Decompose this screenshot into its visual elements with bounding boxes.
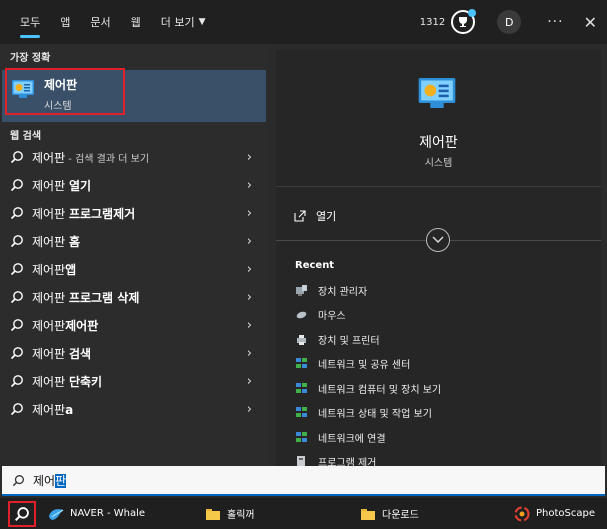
list-item[interactable]: 제어판 검색 › — [0, 339, 268, 367]
folder-icon — [361, 508, 375, 520]
search-icon — [12, 474, 24, 486]
chevron-right-icon: › — [246, 177, 252, 193]
taskbar-item-folder[interactable]: 홀릭꺼 — [205, 498, 255, 529]
expand-button[interactable] — [426, 228, 450, 252]
close-button[interactable]: ✕ — [584, 13, 597, 32]
divider — [276, 186, 601, 187]
web-results-list: 제어판 - 검색 결과 더 보기 › 제어판 열기 › 제어판 프로그램제거 ›… — [0, 143, 268, 423]
more-options-button[interactable]: ··· — [547, 14, 563, 30]
rewards-points: 1312 — [419, 16, 446, 28]
search-icon — [10, 151, 23, 164]
photoscape-icon — [514, 505, 530, 522]
list-item[interactable]: 네트워크에 연결 — [295, 425, 595, 450]
open-icon — [294, 210, 306, 222]
taskbar: NAVER - Whale 홀릭꺼 다운로드 PhotoScape — [0, 498, 607, 529]
web-search-heading: 웹 검색 — [10, 130, 42, 142]
list-item[interactable]: 제어판 홈 › — [0, 227, 268, 255]
rewards-button[interactable] — [451, 9, 477, 34]
recent-heading: Recent — [295, 260, 335, 271]
search-icon — [10, 235, 23, 248]
device-manager-icon — [296, 284, 307, 296]
detail-subtitle: 시스템 — [424, 158, 453, 169]
taskbar-search-button[interactable] — [8, 501, 36, 527]
list-item[interactable]: 네트워크 및 공유 센터 — [295, 352, 595, 377]
list-item[interactable]: 장치 관리자 — [295, 278, 595, 303]
search-icon — [10, 347, 23, 360]
mouse-icon — [296, 311, 307, 319]
search-icon — [10, 291, 23, 304]
search-icon — [10, 375, 23, 388]
tab-apps[interactable]: 앱 — [50, 0, 80, 44]
search-header: 모두 앱 문서 웹 더 보기 ▼ 1312 D ··· ✕ — [0, 0, 607, 44]
tab-more[interactable]: 더 보기 ▼ — [151, 0, 216, 44]
list-item[interactable]: 제어판 열기 › — [0, 171, 268, 199]
notification-dot — [468, 9, 477, 17]
avatar[interactable]: D — [497, 10, 522, 34]
taskbar-item-photoscape[interactable]: PhotoScape — [514, 498, 595, 529]
whale-browser-icon — [49, 508, 64, 520]
list-item[interactable]: 네트워크 상태 및 작업 보기 — [295, 401, 595, 426]
recent-list: 장치 관리자 마우스 장치 및 프린터 네트워크 및 공유 센터 네트워크 컴퓨… — [295, 278, 595, 474]
list-item[interactable]: 제어판 프로그램제거 › — [0, 199, 268, 227]
list-item[interactable]: 제어판 프로그램 삭제 › — [0, 283, 268, 311]
best-match-title: 제어판 — [44, 78, 78, 92]
search-icon — [10, 179, 23, 192]
list-item[interactable]: 제어판제어판 › — [0, 311, 268, 339]
folder-icon — [206, 508, 220, 520]
search-icon — [10, 263, 23, 276]
chevron-right-icon: › — [246, 373, 252, 389]
chevron-down-icon — [432, 236, 444, 243]
caret-down-icon: ▼ — [198, 17, 206, 27]
detail-pane: 제어판 시스템 열기 Recent 장치 관리자 마우스 장치 및 프린터 네트… — [276, 50, 601, 469]
selected-text: 판 — [55, 473, 67, 488]
printer-icon — [297, 334, 306, 345]
tab-all[interactable]: 모두 — [10, 0, 50, 44]
chevron-right-icon: › — [246, 149, 252, 165]
results-pane: 가장 정확 제어판 시스템 웹 검색 제어판 - 검색 결과 더 보기 › 제어… — [0, 44, 268, 466]
list-item[interactable]: 제어판a › — [0, 395, 268, 423]
taskbar-item-whale[interactable]: NAVER - Whale — [48, 498, 145, 529]
tab-documents[interactable]: 문서 — [80, 0, 120, 44]
tab-web[interactable]: 웹 — [121, 0, 151, 44]
list-item[interactable]: 제어판앱 › — [0, 255, 268, 283]
detail-title: 제어판 — [419, 135, 458, 151]
list-item[interactable]: 네트워크 컴퓨터 및 장치 보기 — [295, 376, 595, 401]
search-query: 제어판 — [33, 473, 67, 488]
chevron-right-icon: › — [246, 261, 252, 277]
search-icon — [10, 207, 23, 220]
chevron-right-icon: › — [246, 401, 252, 417]
chevron-right-icon: › — [246, 317, 252, 333]
chevron-right-icon: › — [246, 233, 252, 249]
chevron-right-icon: › — [246, 205, 252, 221]
search-icon — [10, 319, 23, 332]
control-panel-icon — [418, 78, 456, 108]
chevron-right-icon: › — [246, 345, 252, 361]
best-match-heading: 가장 정확 — [10, 52, 51, 64]
chevron-right-icon: › — [246, 289, 252, 305]
list-item[interactable]: 제어판 단축키 › — [0, 367, 268, 395]
search-icon — [10, 403, 23, 416]
search-icon — [14, 507, 29, 522]
taskbar-item-downloads[interactable]: 다운로드 — [360, 498, 419, 529]
open-action[interactable]: 열기 — [294, 208, 336, 224]
network-icon — [296, 358, 307, 369]
network-icon — [296, 407, 307, 418]
network-icon — [296, 382, 307, 393]
filter-tabs: 모두 앱 문서 웹 더 보기 ▼ — [0, 0, 216, 44]
best-match-subtitle: 시스템 — [44, 101, 72, 112]
list-item[interactable]: 장치 및 프린터 — [295, 327, 595, 352]
list-item[interactable]: 마우스 — [295, 303, 595, 328]
control-panel-icon — [12, 80, 34, 98]
network-icon — [296, 431, 307, 442]
list-item[interactable]: 제어판 - 검색 결과 더 보기 › — [0, 143, 268, 171]
trophy-icon — [459, 17, 468, 27]
search-input[interactable]: 제어판 — [2, 466, 605, 496]
